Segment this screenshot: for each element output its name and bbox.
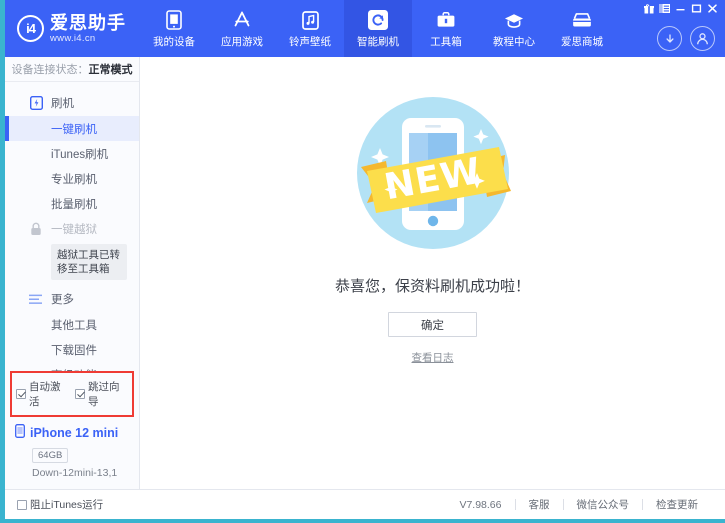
checkbox-icon <box>16 389 26 399</box>
nav-label: 应用游戏 <box>221 34 263 49</box>
music-icon <box>300 10 320 30</box>
device-name: iPhone 12 mini <box>30 426 118 440</box>
maximize-icon[interactable] <box>690 3 703 14</box>
nav-item-tutorials[interactable]: 教程中心 <box>480 0 548 57</box>
checkbox-skip-wizard[interactable]: 跳过向导 <box>75 379 128 409</box>
sidebar-group-label: 刷机 <box>51 95 74 111</box>
menu-icon[interactable] <box>658 3 671 14</box>
nav-item-toolbox[interactable]: 工具箱 <box>412 0 480 57</box>
checkbox-block-itunes[interactable]: 阻止iTunes运行 <box>17 497 103 512</box>
confirm-button[interactable]: 确定 <box>388 312 477 337</box>
link-wechat[interactable]: 微信公众号 <box>564 497 643 512</box>
refresh-icon <box>368 10 388 30</box>
phone-icon <box>164 10 184 30</box>
checkbox-label: 跳过向导 <box>88 379 128 409</box>
new-badge-phone-illustration: NEW <box>345 85 521 261</box>
nav-item-my-device[interactable]: 我的设备 <box>140 0 208 57</box>
sidebar-item-label: 一键刷机 <box>51 121 97 137</box>
phone-icon <box>15 424 25 441</box>
nav-label: 铃声壁纸 <box>289 34 331 49</box>
success-message: 恭喜您，保资料刷机成功啦！ <box>335 275 530 296</box>
nav-label: 我的设备 <box>153 34 195 49</box>
device-capacity-badge: 64GB <box>32 448 68 463</box>
sidebar-item-itunes-flash[interactable]: iTunes刷机 <box>5 141 139 166</box>
brand-name: 爱思助手 <box>50 14 126 33</box>
lock-icon <box>29 222 43 236</box>
view-log-link[interactable]: 查看日志 <box>412 350 454 365</box>
nav-label: 工具箱 <box>430 34 462 49</box>
device-name-row: iPhone 12 mini <box>15 424 139 441</box>
nav-label: 智能刷机 <box>357 34 399 49</box>
sidebar-item-download-firmware[interactable]: 下载固件 <box>5 337 139 362</box>
download-icon[interactable] <box>657 26 682 51</box>
sidebar-item-label: iTunes刷机 <box>51 146 108 162</box>
sidebar-item-advanced[interactable]: 高级功能 <box>5 362 139 371</box>
connection-status-value: 正常模式 <box>89 61 133 77</box>
sidebar-item-other-tools[interactable]: 其他工具 <box>5 312 139 337</box>
connection-status-label: 设备连接状态： <box>12 61 89 77</box>
minimize-icon[interactable] <box>674 3 687 14</box>
sidebar-group-label: 更多 <box>51 291 74 307</box>
sidebar-group-flash[interactable]: 刷机 <box>5 90 139 116</box>
checkbox-auto-activate[interactable]: 自动激活 <box>16 379 69 409</box>
nav-label: 爱思商城 <box>561 34 603 49</box>
checkbox-icon <box>75 389 85 399</box>
link-support[interactable]: 客服 <box>516 497 563 512</box>
connected-device-card[interactable]: iPhone 12 mini 64GB Down-12mini-13,1 <box>5 421 139 489</box>
status-bar: 阻止iTunes运行 V7.98.66 客服 微信公众号 检查更新 <box>5 489 725 519</box>
appstore-icon <box>232 10 252 30</box>
nav-item-apps-games[interactable]: 应用游戏 <box>208 0 276 57</box>
main-content: NEW 恭喜您，保资料刷机成功啦！ 确定 查看日志 <box>140 57 725 489</box>
sidebar-item-one-key-flash[interactable]: 一键刷机 <box>5 116 139 141</box>
main-nav: 我的设备 应用游戏 铃声壁纸 智能刷机 <box>140 0 616 57</box>
sidebar-item-label: 下载固件 <box>51 342 97 358</box>
sidebar-item-label: 高级功能 <box>51 367 97 372</box>
sidebar-item-label: 专业刷机 <box>51 171 97 187</box>
checkbox-icon <box>17 500 27 510</box>
sidebar-item-label: 批量刷机 <box>51 196 97 212</box>
sidebar-footer: 自动激活 跳过向导 iPhone 12 mini 64GB <box>5 371 139 489</box>
sidebar-group-jailbreak: 一键越狱 <box>5 216 139 242</box>
sidebar-item-batch-flash[interactable]: 批量刷机 <box>5 191 139 216</box>
app-version: V7.98.66 <box>446 499 514 511</box>
phone-flash-icon <box>29 96 43 110</box>
sidebar-item-label: 其他工具 <box>51 317 97 333</box>
nav-item-store[interactable]: 爱思商城 <box>548 0 616 57</box>
status-bar-links: V7.98.66 客服 微信公众号 检查更新 <box>446 497 711 512</box>
sidebar-nav: 刷机 一键刷机 iTunes刷机 专业刷机 批量刷机 <box>5 82 139 371</box>
brand-url: www.i4.cn <box>50 33 126 44</box>
list-icon <box>29 292 43 306</box>
nav-label: 教程中心 <box>493 34 535 49</box>
connection-status: 设备连接状态： 正常模式 <box>5 57 139 82</box>
close-icon[interactable] <box>706 3 719 14</box>
sidebar-group-label: 一键越狱 <box>51 221 97 237</box>
gift-icon[interactable] <box>642 3 655 14</box>
device-model: Down-12mini-13,1 <box>32 467 139 479</box>
app-window: i4 爱思助手 www.i4.cn 我的设备 应用游戏 <box>0 0 725 523</box>
store-icon <box>572 10 592 30</box>
brand-logo[interactable]: i4 爱思助手 www.i4.cn <box>5 0 140 57</box>
jailbreak-tooltip: 越狱工具已转移至工具箱 <box>51 244 127 280</box>
sidebar-item-pro-flash[interactable]: 专业刷机 <box>5 166 139 191</box>
account-icon[interactable] <box>690 26 715 51</box>
app-header: i4 爱思助手 www.i4.cn 我的设备 应用游戏 <box>5 0 725 57</box>
link-check-update[interactable]: 检查更新 <box>643 497 711 512</box>
header-actions <box>657 26 715 51</box>
window-controls <box>642 3 719 14</box>
toolbox-icon <box>436 10 456 30</box>
app-body: 设备连接状态： 正常模式 刷机 一键刷机 iTunes刷机 <box>5 57 725 489</box>
graduation-cap-icon <box>504 10 524 30</box>
checkbox-label: 阻止iTunes运行 <box>30 497 103 512</box>
nav-item-ringtones-wallpapers[interactable]: 铃声壁纸 <box>276 0 344 57</box>
nav-item-smart-flash[interactable]: 智能刷机 <box>344 0 412 57</box>
sidebar-group-more[interactable]: 更多 <box>5 286 139 312</box>
logo-mark-icon: i4 <box>17 15 44 42</box>
checkbox-label: 自动激活 <box>29 379 69 409</box>
sidebar: 设备连接状态： 正常模式 刷机 一键刷机 iTunes刷机 <box>5 57 140 489</box>
flash-options-group: 自动激活 跳过向导 <box>10 371 134 417</box>
